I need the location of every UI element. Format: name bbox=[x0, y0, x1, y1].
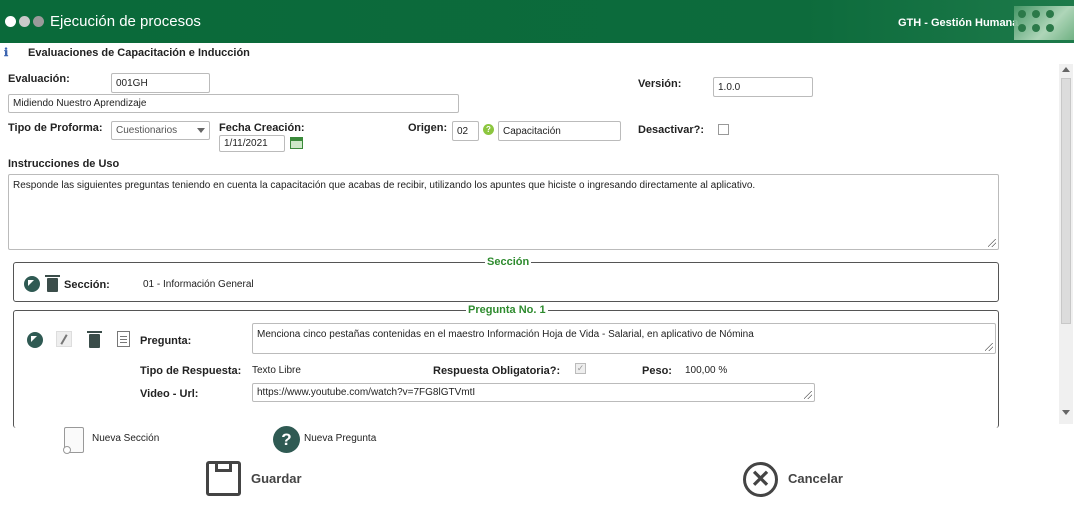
tipo-proforma-value: Cuestionarios bbox=[116, 125, 178, 136]
evaluacion-code-input[interactable]: 001GH bbox=[111, 73, 210, 93]
seccion-legend: Sección bbox=[485, 256, 532, 268]
expand-arrow-icon[interactable] bbox=[27, 332, 43, 348]
save-icon[interactable] bbox=[206, 461, 241, 496]
document-icon[interactable] bbox=[117, 331, 130, 347]
resize-grip-icon[interactable] bbox=[804, 391, 812, 399]
people-logo-icon bbox=[1014, 6, 1074, 40]
module-name: GTH - Gestión Humana bbox=[898, 17, 1019, 29]
chevron-down-icon[interactable] bbox=[197, 128, 205, 133]
pregunta-textarea[interactable]: Menciona cinco pestañas contenidas en el… bbox=[252, 323, 996, 354]
scroll-down-icon[interactable] bbox=[1062, 410, 1070, 415]
nueva-pregunta-icon[interactable]: ? bbox=[273, 426, 300, 453]
delete-seccion-icon[interactable] bbox=[45, 275, 60, 292]
instrucciones-textarea[interactable]: Responde las siguientes preguntas tenien… bbox=[8, 174, 999, 250]
fecha-creacion-label: Fecha Creación: bbox=[219, 122, 305, 134]
instrucciones-label: Instrucciones de Uso bbox=[8, 158, 120, 170]
evaluacion-name-input[interactable]: Midiendo Nuestro Aprendizaje bbox=[8, 94, 459, 113]
dot-icon bbox=[33, 16, 44, 27]
origen-label: Origen: bbox=[408, 122, 448, 134]
instrucciones-text: Responde las siguientes preguntas tenien… bbox=[13, 180, 756, 191]
obligatoria-label: Respuesta Obligatoria?: bbox=[433, 365, 561, 377]
delete-pregunta-icon[interactable] bbox=[87, 331, 102, 348]
scroll-up-icon[interactable] bbox=[1062, 67, 1070, 72]
desactivar-checkbox[interactable] bbox=[718, 124, 729, 135]
obligatoria-checkbox[interactable]: ✓ bbox=[575, 363, 586, 374]
calendar-icon[interactable] bbox=[290, 137, 303, 149]
dot-icon bbox=[19, 16, 30, 27]
peso-label: Peso: bbox=[642, 365, 672, 377]
version-label: Versión: bbox=[638, 78, 682, 90]
guardar-button[interactable]: Guardar bbox=[251, 471, 302, 486]
evaluacion-label: Evaluación: bbox=[8, 73, 70, 85]
pregunta-label: Pregunta: bbox=[140, 335, 192, 347]
pregunta-legend: Pregunta No. 1 bbox=[466, 304, 548, 316]
peso-value: 100,00 % bbox=[685, 365, 728, 376]
app-header: Ejecución de procesos GTH - Gestión Huma… bbox=[0, 0, 1074, 43]
dot-icon bbox=[5, 16, 16, 27]
resize-grip-icon[interactable] bbox=[985, 343, 993, 351]
nueva-pregunta-button[interactable]: Nueva Pregunta bbox=[304, 433, 376, 444]
pregunta-text: Menciona cinco pestañas contenidas en el… bbox=[257, 329, 754, 340]
app-title: Ejecución de procesos bbox=[50, 13, 201, 30]
video-url-textarea[interactable]: https://www.youtube.com/watch?v=7FG8lGTV… bbox=[252, 383, 815, 402]
window-dots bbox=[5, 16, 44, 27]
cancelar-button[interactable]: Cancelar bbox=[788, 471, 843, 486]
origen-code-input[interactable]: 02 bbox=[452, 121, 479, 141]
version-input[interactable]: 1.0.0 bbox=[713, 77, 813, 97]
tipo-respuesta-value: Texto Libre bbox=[252, 365, 301, 376]
tipo-proforma-label: Tipo de Proforma: bbox=[8, 122, 103, 134]
expand-arrow-icon[interactable] bbox=[24, 276, 40, 292]
cancel-icon[interactable]: ✕ bbox=[743, 462, 778, 497]
nueva-seccion-button[interactable]: Nueva Sección bbox=[92, 433, 159, 444]
info-icon: ℹ bbox=[4, 47, 9, 59]
edit-pencil-icon[interactable] bbox=[56, 331, 72, 347]
vertical-scrollbar[interactable] bbox=[1059, 64, 1073, 424]
help-icon[interactable]: ? bbox=[483, 124, 494, 135]
video-url-text: https://www.youtube.com/watch?v=7FG8lGTV… bbox=[257, 387, 476, 398]
seccion-label: Sección: bbox=[64, 279, 110, 291]
nueva-seccion-icon[interactable] bbox=[63, 427, 84, 454]
scrollbar-thumb[interactable] bbox=[1061, 78, 1071, 324]
seccion-value: 01 - Información General bbox=[143, 279, 254, 290]
page-title: Evaluaciones de Capacitación e Inducción bbox=[28, 47, 250, 59]
tipo-respuesta-label: Tipo de Respuesta: bbox=[140, 365, 242, 377]
resize-grip-icon[interactable] bbox=[988, 239, 996, 247]
fecha-creacion-input[interactable]: 1/11/2021 bbox=[219, 135, 285, 152]
video-url-label: Video - Url: bbox=[140, 388, 199, 400]
tipo-proforma-select[interactable]: Cuestionarios bbox=[111, 121, 210, 140]
desactivar-label: Desactivar?: bbox=[638, 124, 705, 136]
origen-name-input[interactable]: Capacitación bbox=[498, 121, 621, 141]
